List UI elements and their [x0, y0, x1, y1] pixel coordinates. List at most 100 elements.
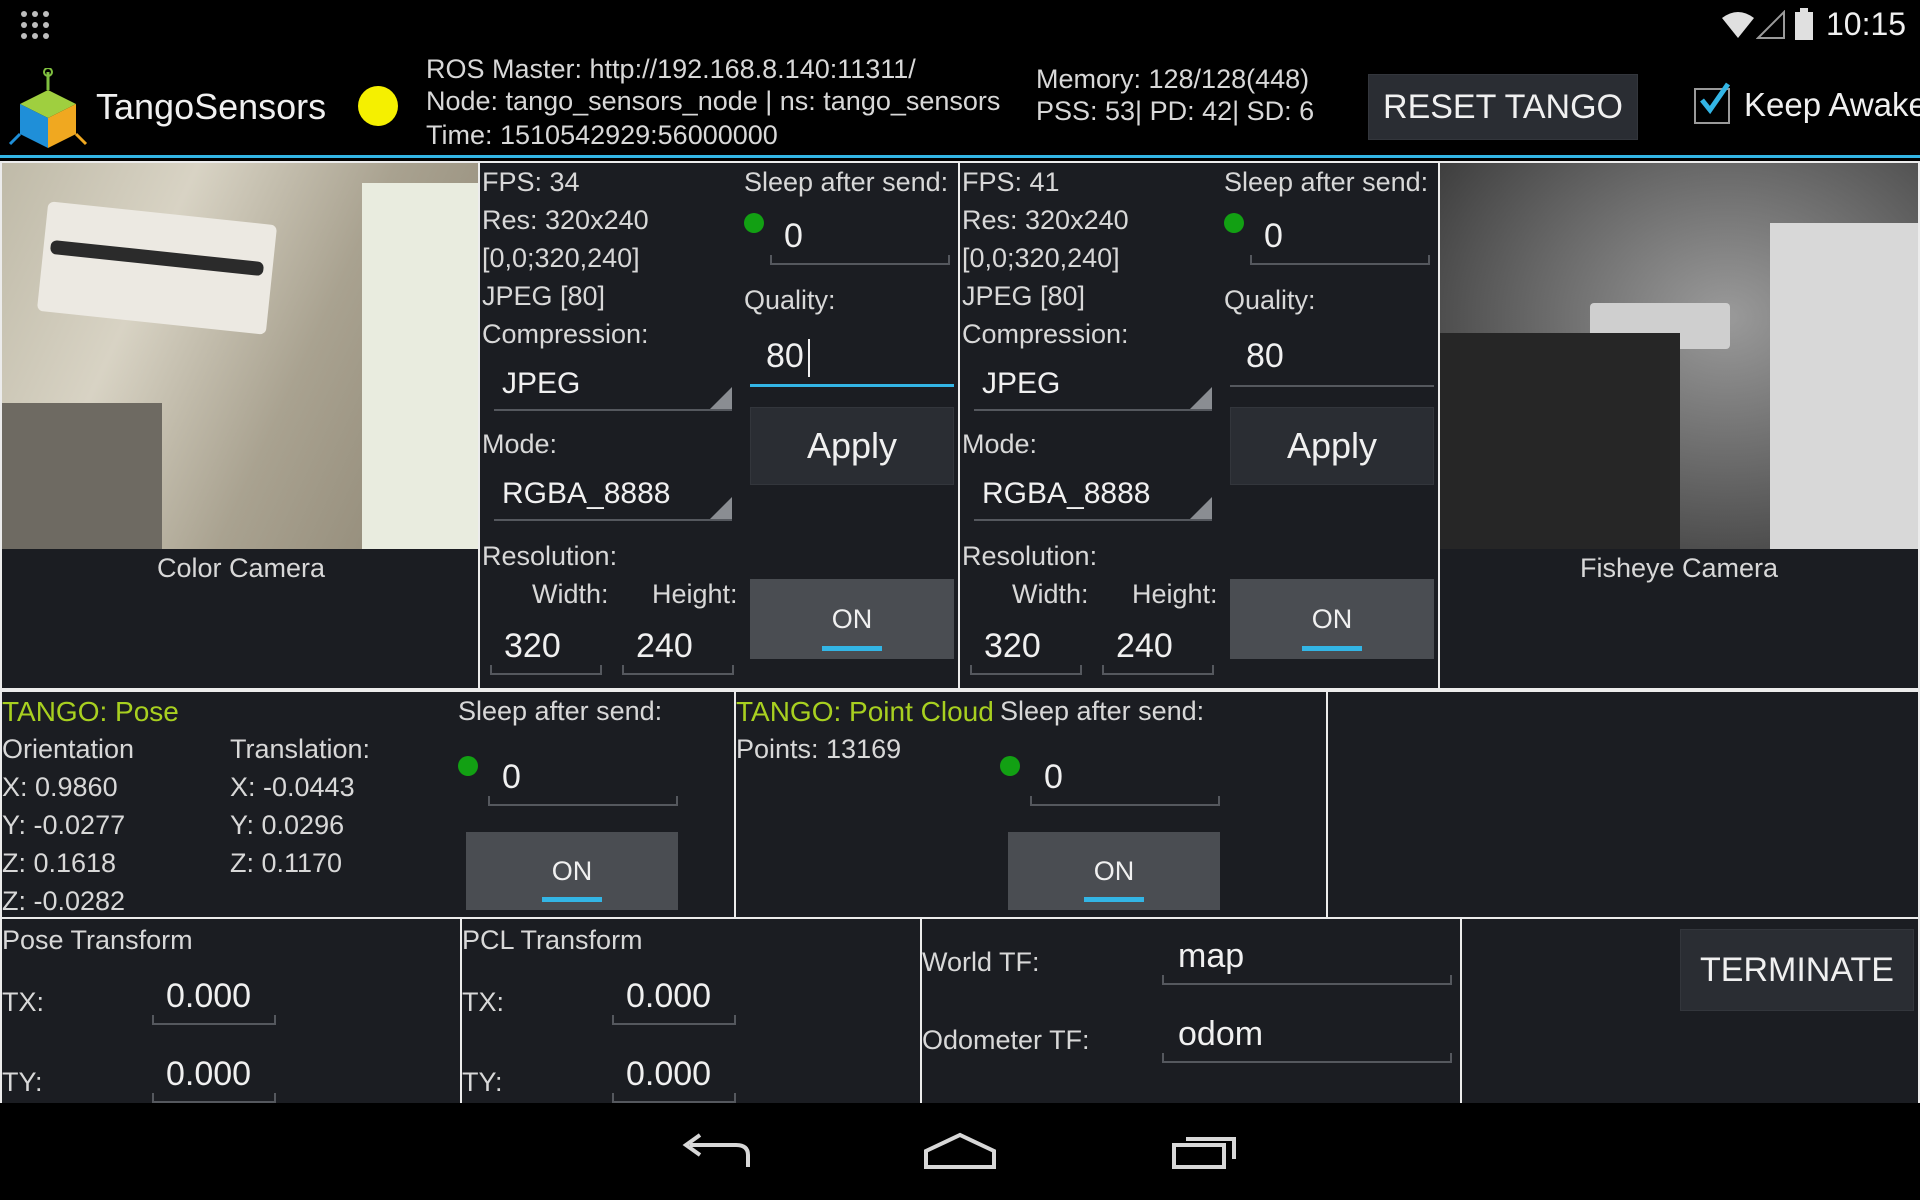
pose-transform-title: Pose Transform [2, 925, 193, 955]
sleep-input[interactable]: 0 [1250, 209, 1430, 265]
height-input[interactable]: 240 [1102, 623, 1214, 675]
compression-label: Compression: [962, 319, 1129, 349]
apply-button[interactable]: Apply [1230, 407, 1434, 485]
quality-input[interactable]: 80 [750, 329, 954, 387]
mode-label: Mode: [962, 429, 1038, 459]
point-cloud-title: TANGO: Point Cloud [736, 696, 994, 727]
battery-icon [1795, 8, 1813, 45]
sleep-after-send-label: Sleep after send: [744, 167, 949, 197]
apply-button[interactable]: Apply [750, 407, 954, 485]
tf-panel: World TF: map Odometer TF: odom [920, 917, 1462, 1107]
roi-text: [0,0;320,240] [962, 243, 1120, 273]
points-count: Points: 13169 [736, 734, 902, 764]
clock: 10:15 [1826, 6, 1907, 42]
keep-awake-label: Keep Awake [1744, 86, 1920, 123]
pose-toggle[interactable]: ON [466, 832, 678, 910]
wifi-icon [1720, 10, 1756, 45]
height-label: Height: [1132, 579, 1218, 609]
resolution-text: Res: 320x240 [482, 205, 649, 235]
odometer-tf-input[interactable]: odom [1162, 1011, 1452, 1063]
app-logo-icon[interactable] [6, 67, 90, 150]
orientation-x: X: 0.9860 [2, 772, 118, 802]
toggle-indicator [542, 897, 602, 902]
signal-icon [1755, 9, 1786, 45]
compression-label: Compression: [482, 319, 649, 349]
mode-spinner[interactable]: RGBA_8888 [974, 473, 1212, 521]
resolution-label: Resolution: [482, 541, 618, 571]
ty-input[interactable]: 0.000 [612, 1051, 736, 1103]
empty-panel [1326, 690, 1920, 919]
keep-awake-checkbox[interactable] [1694, 82, 1731, 124]
width-label: Width: [532, 579, 609, 609]
fps-text: FPS: 41 [962, 167, 1060, 197]
roi-text: [0,0;320,240] [482, 243, 640, 273]
chevron-down-icon [1190, 387, 1212, 409]
pss-info: PSS: 53| PD: 42| SD: 6 [1036, 96, 1315, 126]
point-cloud-toggle[interactable]: ON [1008, 832, 1220, 910]
height-label: Height: [652, 579, 738, 609]
sleep-after-send-label: Sleep after send: [458, 696, 663, 726]
mode-spinner[interactable]: RGBA_8888 [494, 473, 732, 521]
fisheye-camera-preview [1440, 163, 1918, 549]
color-camera-label: Color Camera [156, 553, 326, 583]
camera-toggle[interactable]: ON [1230, 579, 1434, 659]
tx-label: TX: [2, 987, 45, 1017]
navigation-bar [0, 1103, 1920, 1200]
apps-grid-icon[interactable] [20, 10, 50, 40]
status-dot [744, 213, 764, 233]
chevron-down-icon [710, 387, 732, 409]
color-camera-settings: FPS: 34 Res: 320x240 [0,0;320,240] JPEG … [478, 161, 960, 690]
terminate-panel: TERMINATE [1460, 917, 1920, 1107]
toggle-indicator [1302, 646, 1362, 651]
quality-input[interactable]: 80 [1230, 329, 1434, 387]
status-bar: 10:15 [0, 0, 1920, 50]
reset-tango-button[interactable]: RESET TANGO [1368, 74, 1638, 140]
orientation-label: Orientation [2, 734, 135, 764]
home-icon[interactable] [920, 1131, 1000, 1176]
orientation-w: Z: -0.0282 [2, 886, 126, 916]
fps-text: FPS: 34 [482, 167, 580, 197]
terminate-button[interactable]: TERMINATE [1680, 929, 1914, 1011]
time-info: Time: 1510542929:56000000 [426, 120, 778, 150]
toggle-indicator [822, 646, 882, 651]
quality-label: Quality: [1224, 285, 1316, 315]
world-tf-input[interactable]: map [1162, 933, 1452, 985]
mode-value: RGBA_8888 [502, 477, 671, 510]
status-dot [1000, 756, 1020, 776]
pose-title: TANGO: Pose [2, 696, 179, 727]
point-cloud-panel: TANGO: Point Cloud Points: 13169 Sleep a… [734, 690, 1328, 919]
width-input[interactable]: 320 [490, 623, 602, 675]
tx-input[interactable]: 0.000 [152, 973, 276, 1025]
compression-value: JPEG [982, 367, 1061, 400]
camera-toggle[interactable]: ON [750, 579, 954, 659]
compression-spinner[interactable]: JPEG [974, 363, 1212, 411]
sleep-input[interactable]: 0 [488, 750, 678, 806]
fisheye-camera-panel: Fisheye Camera [1438, 161, 1920, 690]
pose-panel: TANGO: Pose Orientation X: 0.9860 Y: -0.… [0, 690, 736, 919]
recent-apps-icon[interactable] [1170, 1131, 1240, 1176]
translation-z: Z: 0.1170 [230, 848, 343, 878]
height-input[interactable]: 240 [622, 623, 734, 675]
translation-x: X: -0.0443 [230, 772, 355, 802]
quality-label: Quality: [744, 285, 836, 315]
odometer-tf-label: Odometer TF: [922, 1025, 1090, 1055]
translation-label: Translation: [230, 734, 371, 764]
back-icon[interactable] [680, 1133, 752, 1178]
sleep-input[interactable]: 0 [1030, 750, 1220, 806]
compression-spinner[interactable]: JPEG [494, 363, 732, 411]
app-title: TangoSensors [96, 86, 327, 127]
format-text: JPEG [80] [962, 281, 1086, 311]
tx-input[interactable]: 0.000 [612, 973, 736, 1025]
fisheye-camera-settings: FPS: 41 Res: 320x240 [0,0;320,240] JPEG … [958, 161, 1440, 690]
chevron-down-icon [1190, 497, 1212, 519]
ty-label: TY: [462, 1067, 503, 1097]
pose-transform-panel: Pose Transform TX: 0.000 TY: 0.000 [0, 917, 462, 1107]
tx-label: TX: [462, 987, 505, 1017]
orientation-z: Z: 0.1618 [2, 848, 117, 878]
sleep-input[interactable]: 0 [770, 209, 950, 265]
ty-input[interactable]: 0.000 [152, 1051, 276, 1103]
resolution-text: Res: 320x240 [962, 205, 1129, 235]
status-dot [1224, 213, 1244, 233]
width-input[interactable]: 320 [970, 623, 1082, 675]
pcl-transform-panel: PCL Transform TX: 0.000 TY: 0.000 [460, 917, 922, 1107]
